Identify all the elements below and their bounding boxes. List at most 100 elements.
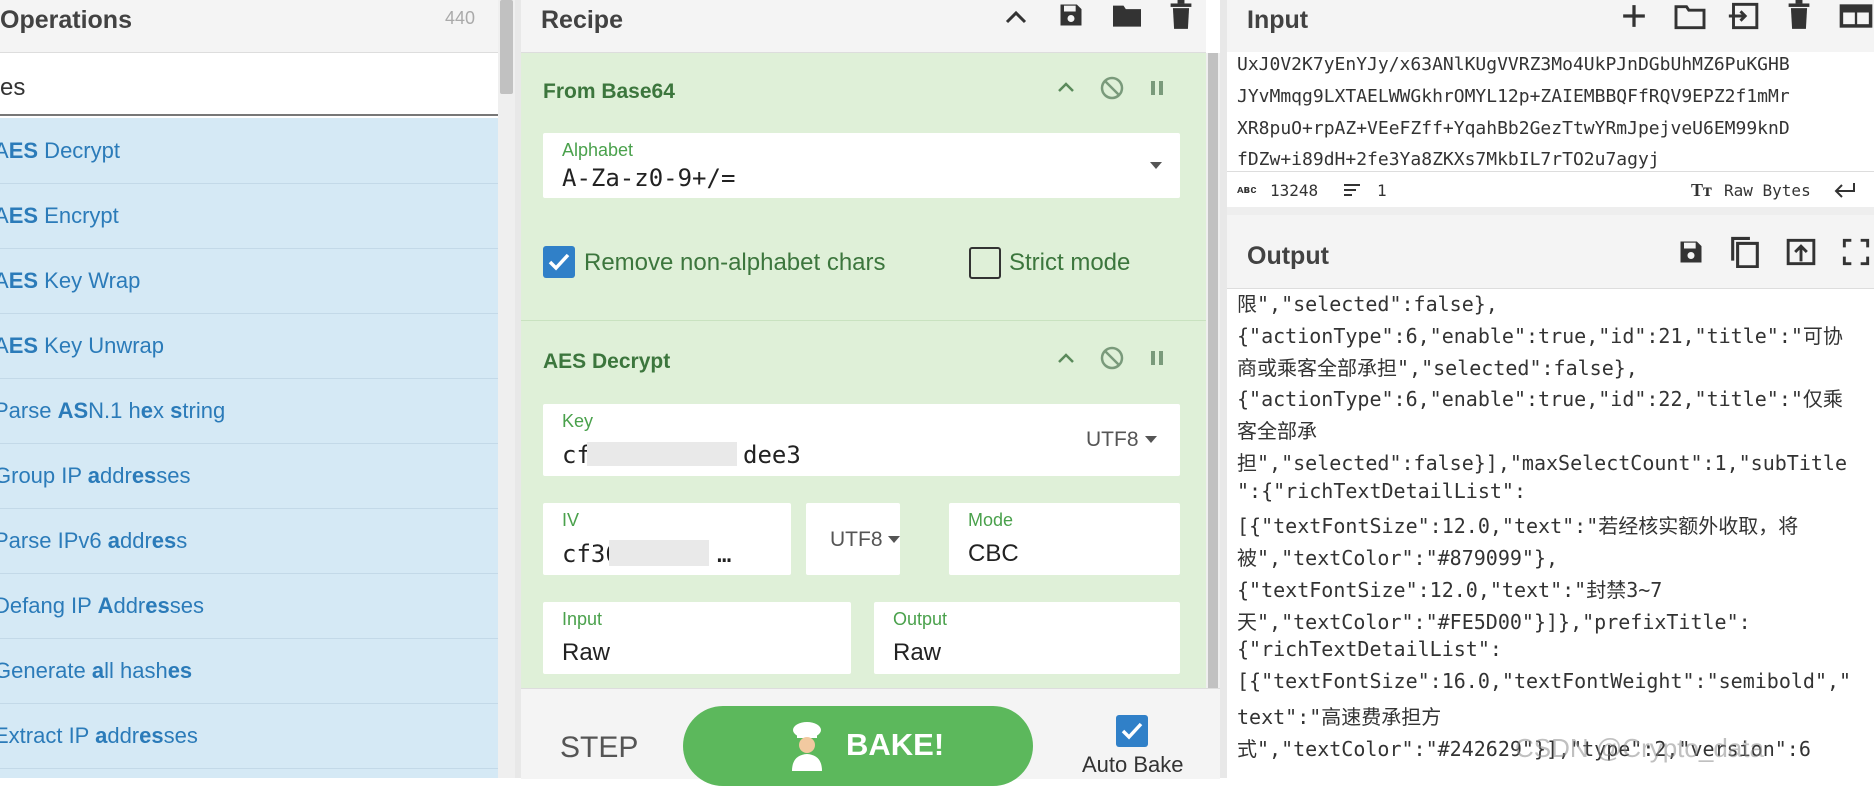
operations-scrollbar[interactable] [498, 0, 515, 778]
output-format-field[interactable]: Output Raw [874, 602, 1180, 674]
input-line: JYvMmqg9LXTAELWWGkhrOMYL12p+ZAIEMBBQFfRQ… [1237, 86, 1790, 107]
operations-count: 440 [445, 8, 476, 28]
strict-mode-checkbox[interactable] [969, 247, 1001, 279]
char-count-icon: ᴀʙᴄ [1237, 183, 1257, 196]
redacted-iv-blur [609, 540, 709, 566]
iv-encoding-field[interactable]: UTF8 [806, 503, 900, 575]
output-line: [{"textFontSize":16.0,"textFontWeight":"… [1237, 669, 1852, 693]
op-divider [521, 320, 1206, 321]
alphabet-label: Alphabet [562, 140, 634, 160]
chevron-up-icon[interactable] [1004, 6, 1028, 30]
mode-field[interactable]: Mode CBC [949, 503, 1180, 575]
autobake-label[interactable]: Auto Bake [1082, 752, 1184, 778]
output-line: {"actionType":6,"enable":true,"id":22,"t… [1237, 387, 1843, 411]
output-line: 担","selected":false}],"maxSelectCount":1… [1237, 451, 1848, 475]
replace-input-icon[interactable] [1785, 238, 1817, 266]
op-item-group-ip[interactable]: Group IP addresses [0, 443, 498, 509]
search-value: es [0, 74, 26, 101]
copy-icon[interactable] [1729, 236, 1761, 268]
mode-label: Mode [968, 510, 1014, 530]
recipe-scrollbar-thumb[interactable] [1208, 53, 1218, 688]
alphabet-value: A-Za-z0-9+/= [562, 164, 736, 192]
plus-icon[interactable] [1621, 3, 1647, 29]
key-field[interactable]: Key cf dee3 UTF8 [543, 404, 1180, 476]
chef-icon [792, 722, 822, 771]
output-line: 限","selected":false}, [1237, 292, 1498, 316]
iv-encoding-dropdown[interactable]: UTF8 [830, 528, 883, 552]
iv-value-tail: … [717, 540, 732, 568]
autobake-checkbox[interactable] [1116, 715, 1148, 747]
alphabet-field[interactable]: Alphabet A-Za-z0-9+/= [543, 133, 1180, 198]
dropdown-arrow-icon[interactable] [1145, 436, 1157, 443]
remove-nonalpha-checkbox[interactable] [543, 246, 575, 278]
input-line: XR8puO+rpAZ+VEeFZff+YqahBb2GezTtwYRmJpej… [1237, 118, 1790, 139]
folder-icon[interactable] [1111, 1, 1143, 29]
op-title-from-base64: From Base64 [543, 80, 675, 103]
breakpoint-icon[interactable] [1148, 79, 1166, 97]
line-count-icon [1344, 184, 1360, 196]
op-item-extract-ip[interactable]: Extract IP addresses [0, 703, 498, 769]
maximise-icon[interactable] [1842, 238, 1870, 266]
recipe-header [521, 0, 1206, 53]
checkmark-icon [1121, 722, 1143, 740]
input-header [1227, 0, 1874, 53]
op-item-parse-ipv6[interactable]: Parse IPv6 address [0, 508, 498, 574]
collapse-icon[interactable] [1057, 352, 1075, 364]
op-item-aes-encrypt[interactable]: AES Encrypt [0, 183, 498, 249]
recipe-title: Recipe [541, 6, 623, 34]
op-title-aes-decrypt: AES Decrypt [543, 350, 671, 373]
input-encoding[interactable]: Raw Bytes [1724, 181, 1811, 200]
eol-icon[interactable] [1834, 182, 1856, 198]
bake-label[interactable]: BAKE! [846, 727, 944, 763]
mode-value: CBC [968, 540, 1019, 567]
input-format-value: Raw [562, 639, 611, 666]
output-line: 商或乘客全部承担","selected":false}, [1237, 356, 1638, 380]
remove-nonalpha-label[interactable]: Remove non-alphabet chars [584, 249, 886, 277]
line-count: 1 [1377, 181, 1387, 200]
output-format-value: Raw [893, 639, 942, 666]
iv-field[interactable]: IV cf36 … [543, 503, 791, 575]
redacted-key-blur [587, 442, 737, 466]
dropdown-arrow-icon[interactable] [1149, 161, 1163, 170]
op-item-aes-decrypt[interactable]: AES Decrypt [0, 118, 498, 184]
op-item-generate-hashes[interactable]: Generate all hashes [0, 638, 498, 704]
trash-icon[interactable] [1168, 0, 1194, 30]
save-icon[interactable] [1057, 1, 1085, 29]
op-item-parse-asn1[interactable]: Parse ASN.1 hex string [0, 378, 498, 444]
output-line: text":"高速费承担方 [1237, 705, 1442, 729]
dropdown-arrow-icon[interactable] [888, 536, 900, 543]
operations-list: AES Decrypt AES Encrypt AES Key Wrap AES… [0, 118, 498, 778]
operations-scrollbar-thumb[interactable] [500, 0, 513, 94]
op-item-defang-ip[interactable]: Defang IP Addresses [0, 573, 498, 639]
disable-icon[interactable] [1100, 76, 1124, 100]
iv-label: IV [562, 510, 580, 530]
output-line: 被","textColor":"#879099"}, [1237, 546, 1559, 570]
input-format-field[interactable]: Input Raw [543, 602, 851, 674]
trash-icon[interactable] [1786, 0, 1812, 30]
text-encoding-icon[interactable]: Tт [1691, 180, 1712, 201]
output-line: 客全部承 [1237, 419, 1317, 443]
folder-open-icon[interactable] [1674, 2, 1706, 30]
input-line: UxJ0V2K7yEnYJy/x63ANlKUgVVRZ3Mo4UkPJnDGb… [1237, 54, 1790, 75]
output-format-label: Output [893, 609, 948, 629]
output-line: {"textFontSize":12.0,"text":"封禁3~7 [1237, 578, 1663, 602]
save-icon[interactable] [1677, 238, 1705, 266]
operations-search-input[interactable]: es [0, 54, 498, 116]
collapse-icon[interactable] [1057, 81, 1075, 93]
output-line: {"richTextDetailList": [1237, 637, 1502, 661]
column-divider[interactable] [1220, 0, 1227, 778]
layout-icon[interactable] [1838, 2, 1874, 30]
breakpoint-icon[interactable] [1148, 349, 1166, 367]
output-title: Output [1247, 242, 1329, 270]
disable-icon[interactable] [1100, 346, 1124, 370]
operations-title: Operations [0, 6, 132, 34]
io-splitter[interactable] [1227, 207, 1874, 215]
op-item-aes-key-wrap[interactable]: AES Key Wrap [0, 248, 498, 314]
output-line: 天","textColor":"#FE5D00"}]},"prefixTitle… [1237, 610, 1751, 634]
input-title: Input [1247, 6, 1309, 34]
key-encoding-dropdown[interactable]: UTF8 [1086, 428, 1139, 452]
strict-mode-label[interactable]: Strict mode [1009, 249, 1130, 277]
step-button[interactable]: STEP [560, 731, 638, 765]
open-file-icon[interactable] [1728, 2, 1760, 30]
op-item-aes-key-unwrap[interactable]: AES Key Unwrap [0, 313, 498, 379]
